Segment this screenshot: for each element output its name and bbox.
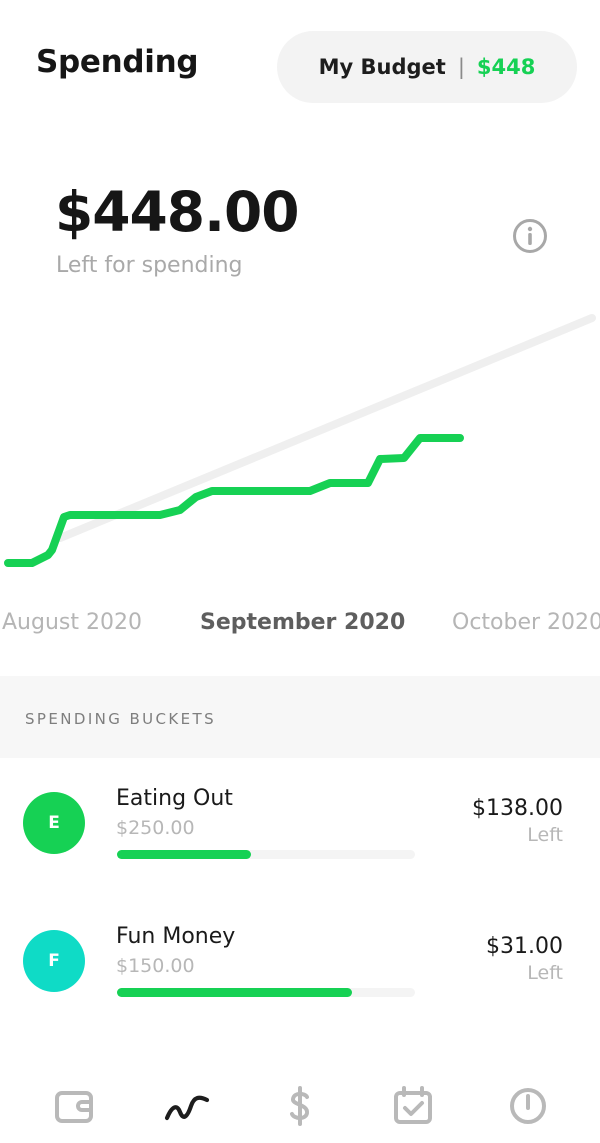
tab-wallet[interactable] xyxy=(50,1082,98,1130)
target-line xyxy=(56,314,596,542)
bottom-tab-bar xyxy=(0,1072,600,1143)
clock-icon xyxy=(510,1088,546,1124)
my-budget-button[interactable]: My Budget | $448 xyxy=(277,31,577,103)
bucket-left-label: Left xyxy=(527,824,563,846)
bucket-avatar: E xyxy=(23,792,85,854)
budget-separator: | xyxy=(457,55,465,79)
bucket-progress-fill xyxy=(117,850,252,859)
bucket-left-amount: $138.00 xyxy=(472,796,563,821)
month-next[interactable]: October 2020 xyxy=(452,610,600,635)
month-switcher: August 2020 September 2020 October 2020 xyxy=(0,610,600,644)
spending-chart-svg xyxy=(4,314,596,567)
page-title: Spending xyxy=(36,44,199,80)
tab-income[interactable] xyxy=(276,1082,324,1130)
bucket-eating-out[interactable]: E Eating Out $250.00 $138.00 Left xyxy=(0,770,600,908)
bucket-left-amount: $31.00 xyxy=(486,934,563,959)
bucket-name: Eating Out xyxy=(116,786,233,811)
bucket-left-label: Left xyxy=(527,962,563,984)
bucket-progress-track xyxy=(117,850,415,859)
spending-series-line xyxy=(4,434,464,567)
balance-subtitle: Left for spending xyxy=(56,253,243,278)
header: Spending My Budget | $448 xyxy=(0,0,600,130)
spending-buckets-header: SPENDING BUCKETS xyxy=(0,676,600,758)
spending-chart xyxy=(0,300,600,590)
tab-bills[interactable] xyxy=(389,1082,437,1130)
balance-amount: $448.00 xyxy=(55,180,300,244)
tab-history[interactable] xyxy=(504,1082,552,1130)
bucket-progress-fill xyxy=(117,988,353,997)
bucket-fun-money[interactable]: F Fun Money $150.00 $31.00 Left xyxy=(0,908,600,1046)
calendar-check-icon xyxy=(394,1086,432,1124)
bucket-name: Fun Money xyxy=(116,924,236,949)
tab-spending[interactable] xyxy=(163,1082,211,1130)
budget-label: My Budget xyxy=(318,55,446,79)
trend-icon xyxy=(164,1095,210,1121)
wallet-icon xyxy=(55,1091,93,1123)
dollar-icon xyxy=(290,1086,309,1126)
section-title: SPENDING BUCKETS xyxy=(25,710,216,728)
month-current[interactable]: September 2020 xyxy=(200,610,405,635)
bucket-limit: $150.00 xyxy=(116,955,195,977)
bucket-limit: $250.00 xyxy=(116,817,195,839)
month-previous[interactable]: August 2020 xyxy=(2,610,142,635)
info-icon[interactable] xyxy=(512,218,548,254)
bucket-avatar: F xyxy=(23,930,85,992)
budget-amount: $448 xyxy=(476,55,536,79)
bucket-progress-track xyxy=(117,988,415,997)
